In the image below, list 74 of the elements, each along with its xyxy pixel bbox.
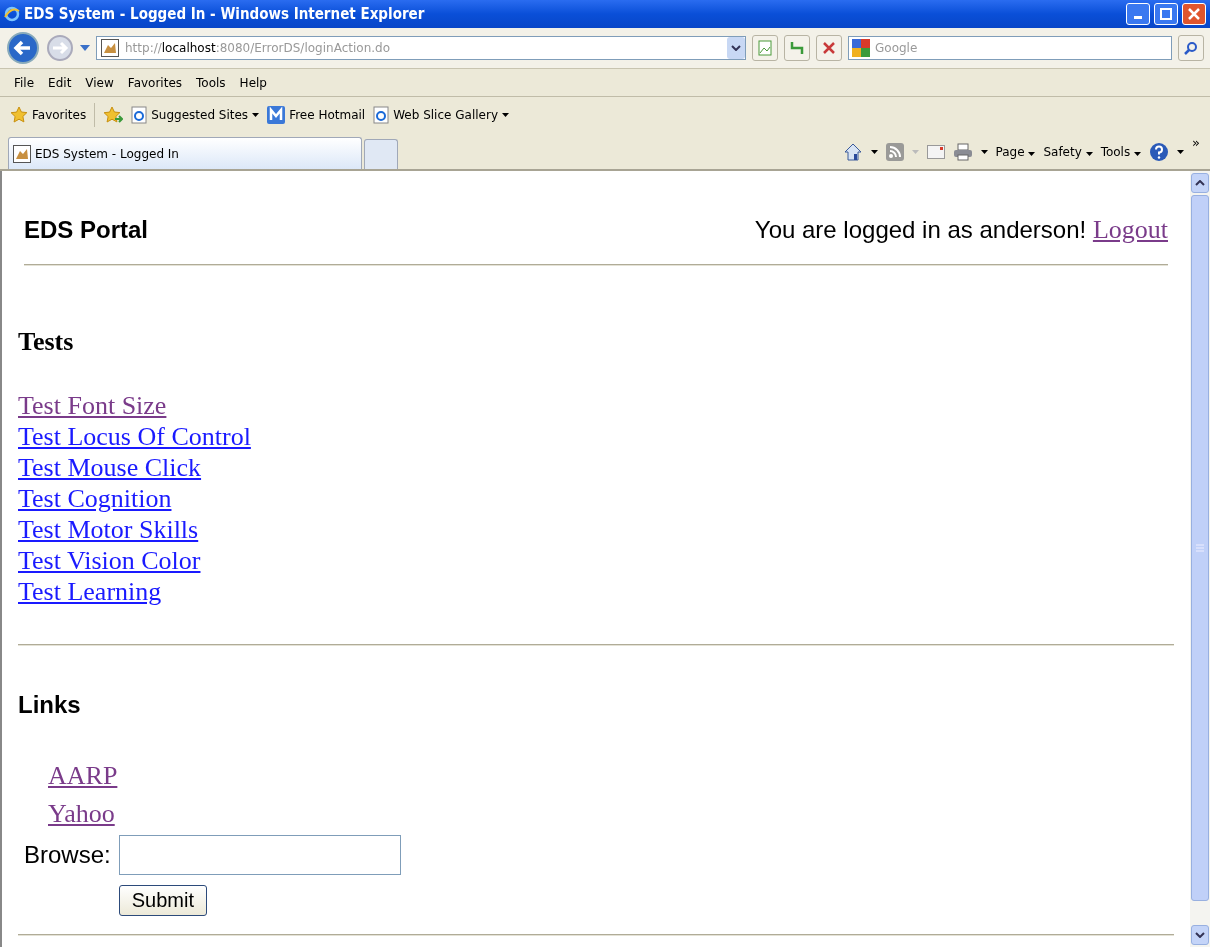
home-icon[interactable] (842, 142, 863, 162)
command-menu[interactable]: Safety (1043, 145, 1093, 159)
google-icon (852, 39, 870, 57)
greeting-text: You are logged in as anderson! Logout (754, 215, 1168, 245)
menu-item[interactable]: Help (233, 73, 273, 92)
test-link[interactable]: Test Cognition (18, 484, 172, 513)
maximize-icon (1160, 8, 1172, 20)
minimize-button[interactable] (1126, 3, 1150, 25)
scrollbar[interactable] (1190, 171, 1210, 947)
close-icon (1188, 8, 1200, 20)
maximize-button[interactable] (1154, 3, 1178, 25)
back-icon[interactable] (6, 31, 40, 65)
logout-link[interactable]: Logout (1092, 215, 1168, 244)
browse-field[interactable] (118, 835, 401, 875)
m-tile-icon (267, 106, 286, 124)
command-menu[interactable]: Page (995, 145, 1036, 159)
scroll-down-icon[interactable] (1191, 925, 1209, 945)
scroll-thumb[interactable] (1191, 195, 1209, 901)
compatibility-button[interactable] (752, 35, 778, 61)
portal-title: EDS Portal (24, 216, 149, 244)
help-icon[interactable] (1149, 142, 1170, 162)
search-field[interactable]: Google (848, 36, 1172, 60)
caret-icon (870, 150, 878, 154)
caret-icon (911, 150, 919, 154)
search-icon (1184, 41, 1198, 55)
scroll-up-icon[interactable] (1191, 173, 1209, 193)
test-link[interactable]: Test Motor Skills (18, 515, 199, 544)
menu-item[interactable]: Tools (190, 73, 232, 92)
caret-icon (1085, 152, 1093, 156)
window-title: EDS System - Logged In - Windows Internet Explorer (24, 5, 426, 23)
close-button[interactable] (1182, 3, 1206, 25)
globe-icon (4, 6, 20, 22)
favorites-button[interactable]: Favorites (10, 106, 87, 124)
submit-button[interactable]: Submit (118, 885, 207, 916)
dropdown-arrow-icon[interactable] (80, 45, 90, 51)
forward-icon[interactable] (46, 34, 74, 62)
mail-icon[interactable] (926, 145, 945, 159)
url-text: http://localhost:8080/ErrorDS/loginAction.do (125, 41, 391, 55)
caret-icon (980, 150, 988, 154)
menu-item[interactable]: View (79, 73, 120, 92)
menu-item[interactable]: Edit (42, 73, 78, 92)
links-heading: Links (18, 691, 82, 719)
test-link[interactable]: Test Vision Color (18, 546, 201, 575)
refresh-button[interactable] (784, 35, 810, 61)
menu-item[interactable]: Favorites (121, 73, 189, 92)
caret-icon (1028, 152, 1036, 156)
menu-item[interactable]: File (8, 73, 41, 92)
external-link[interactable]: Yahoo (48, 799, 115, 828)
chevron-down-icon (731, 45, 741, 51)
overflow-chevron[interactable]: » (1192, 135, 1200, 150)
test-link[interactable]: Test Learning (18, 577, 162, 606)
browse-label: Browse: (24, 841, 111, 869)
add-favorite-icon[interactable] (103, 106, 124, 124)
history-dropdown-button[interactable] (727, 37, 745, 59)
command-menu[interactable]: Tools (1100, 145, 1142, 159)
printer-icon[interactable] (952, 143, 973, 161)
stop-button[interactable] (816, 35, 842, 61)
test-link[interactable]: Test Mouse Click (18, 453, 202, 482)
favorites-bar-item[interactable]: Web Slice Gallery (373, 106, 509, 124)
star-icon (10, 106, 28, 124)
close-icon (822, 41, 836, 55)
tests-heading: Tests (18, 327, 75, 357)
external-link[interactable]: AARP (48, 761, 118, 790)
address-field[interactable]: http://localhost:8080/ErrorDS/loginAction.do (96, 36, 746, 60)
feed-icon[interactable] (885, 143, 904, 161)
caret-icon (1177, 150, 1185, 154)
search-button[interactable] (1178, 35, 1204, 61)
caret-icon (1134, 152, 1142, 156)
minimize-icon (1134, 16, 1142, 19)
favorites-bar-item[interactable]: Suggested Sites (131, 106, 260, 124)
test-link[interactable]: Test Locus Of Control (18, 422, 251, 451)
browser-tab[interactable]: EDS System - Logged In (8, 137, 362, 169)
test-link[interactable]: Test Font Size (18, 391, 167, 420)
favorites-bar-item[interactable]: Free Hotmail (267, 106, 366, 124)
